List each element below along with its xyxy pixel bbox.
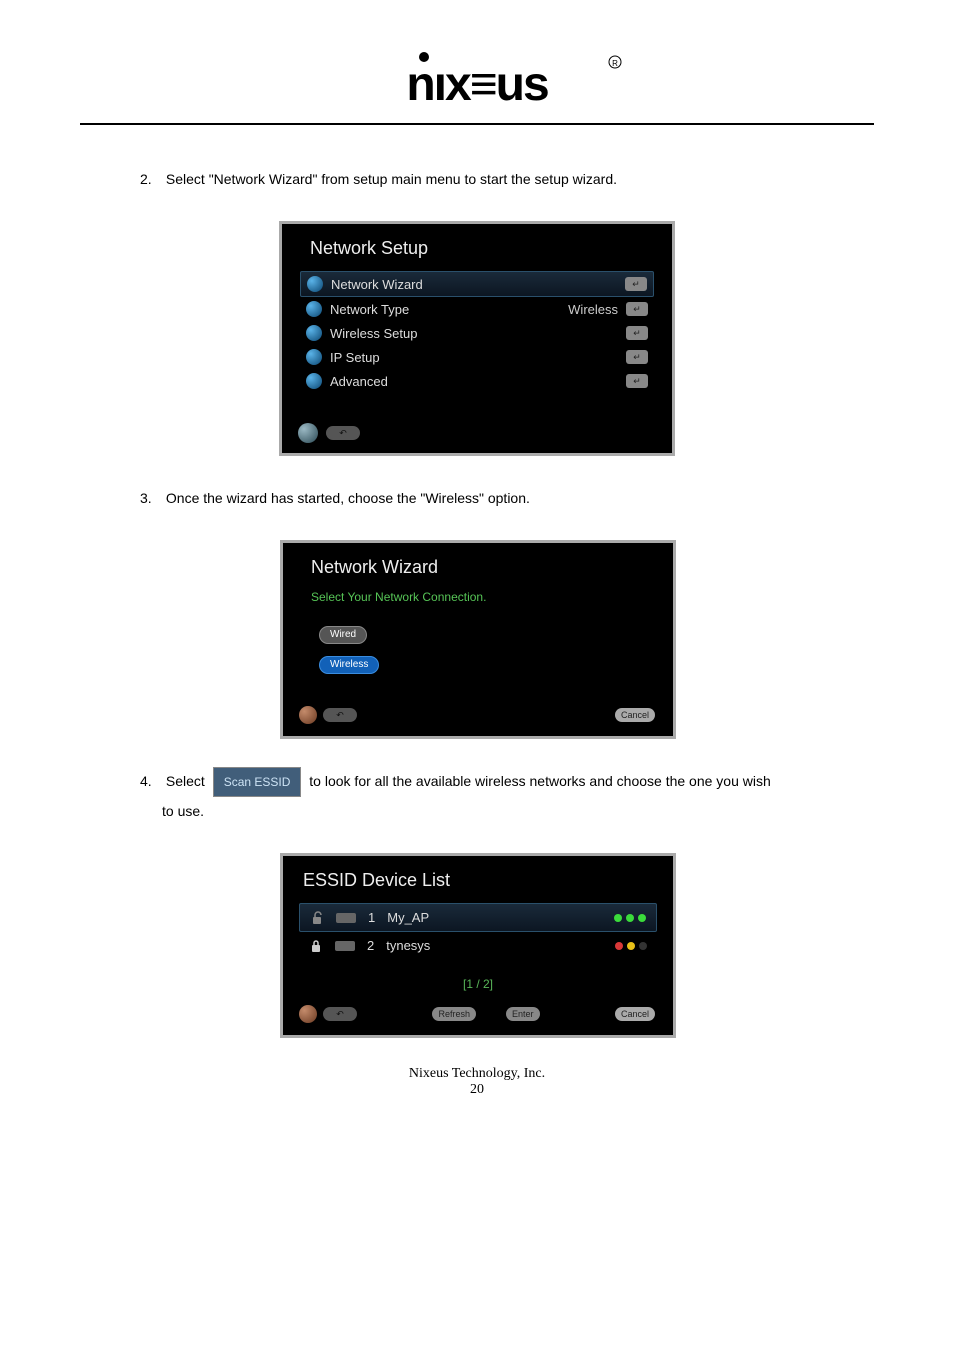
- essid-idx-1: 2: [367, 938, 374, 953]
- step-4-line2: to use.: [162, 803, 204, 819]
- back-pill-icon[interactable]: ↶: [326, 426, 360, 440]
- svg-text:nıx≡us: nıx≡us: [406, 58, 548, 111]
- shot3-title: ESSID Device List: [283, 856, 673, 903]
- essid-row-selected[interactable]: 1 My_AP: [299, 903, 657, 932]
- keyboard-icon: [335, 941, 355, 951]
- option-wired[interactable]: Wired: [319, 626, 367, 644]
- signal-dots: [614, 914, 646, 922]
- page-footer: Nixeus Technology, Inc. 20: [80, 1066, 874, 1098]
- enter-badge-icon: ↵: [625, 277, 647, 291]
- scan-essid-button[interactable]: Scan ESSID: [213, 767, 302, 797]
- menu-label-2: Wireless Setup: [330, 326, 417, 341]
- menu-label-4: Advanced: [330, 374, 388, 389]
- step-4-number: 4.: [140, 767, 162, 795]
- nav-orb-icon: [299, 706, 317, 724]
- shot2-title: Network Wizard: [283, 543, 673, 590]
- menu-label-0: Network Wizard: [331, 277, 423, 292]
- page-indicator: [1 / 2]: [283, 959, 673, 999]
- step-4-suffix: to look for all the available wireless n…: [309, 773, 770, 789]
- refresh-button[interactable]: Refresh: [432, 1007, 476, 1021]
- shot2-subtitle: Select Your Network Connection.: [283, 590, 673, 620]
- enter-badge-icon: ↵: [626, 350, 648, 364]
- menu-wireless-setup[interactable]: Wireless Setup ↵: [300, 321, 654, 345]
- option-wireless[interactable]: Wireless: [319, 656, 379, 674]
- footer-page-number: 20: [80, 1082, 874, 1098]
- globe-icon: [306, 301, 322, 317]
- step-3-text: Once the wizard has started, choose the …: [166, 490, 530, 506]
- keyboard-icon: [336, 913, 356, 923]
- globe-icon: [307, 276, 323, 292]
- globe-icon: [306, 349, 322, 365]
- enter-badge-icon: ↵: [626, 326, 648, 340]
- menu-advanced[interactable]: Advanced ↵: [300, 369, 654, 393]
- step-3: 3. Once the wizard has started, choose t…: [140, 484, 874, 512]
- enter-button[interactable]: Enter: [506, 1007, 540, 1021]
- brand-logo: nıx≡us R: [80, 50, 874, 115]
- cancel-button[interactable]: Cancel: [615, 1007, 655, 1021]
- footer-company: Nixeus Technology, Inc.: [80, 1066, 874, 1082]
- lock-closed-icon: [309, 939, 323, 953]
- menu-value-1: Wireless: [568, 302, 618, 317]
- step-2-number: 2.: [140, 165, 162, 193]
- essid-name-0: My_AP: [387, 910, 429, 925]
- screenshot-network-wizard: Network Wizard Select Your Network Conne…: [280, 540, 676, 739]
- header-divider: [80, 123, 874, 125]
- nav-orb-icon: [299, 1005, 317, 1023]
- menu-label-3: IP Setup: [330, 350, 380, 365]
- nixeus-logo: nıx≡us R: [327, 50, 627, 112]
- back-pill-icon[interactable]: ↶: [323, 1007, 357, 1021]
- essid-name-1: tynesys: [386, 938, 430, 953]
- lock-open-icon: [310, 911, 324, 925]
- menu-label-1: Network Type: [330, 302, 409, 317]
- signal-dots: [615, 942, 647, 950]
- globe-icon: [306, 373, 322, 389]
- enter-badge-icon: ↵: [626, 374, 648, 388]
- screenshot-essid-list: ESSID Device List 1 My_AP 2 tynesy: [280, 853, 676, 1038]
- step-3-number: 3.: [140, 484, 162, 512]
- step-2-text: Select "Network Wizard" from setup main …: [166, 171, 617, 187]
- back-pill-icon[interactable]: ↶: [323, 708, 357, 722]
- cancel-button[interactable]: Cancel: [615, 708, 655, 722]
- step-4: 4. Select Scan ESSID to look for all the…: [140, 767, 874, 825]
- menu-network-wizard[interactable]: Network Wizard ↵: [300, 271, 654, 297]
- globe-icon: [306, 325, 322, 341]
- svg-text:R: R: [612, 59, 618, 68]
- step-4-prefix: Select: [166, 773, 209, 789]
- essid-idx-0: 1: [368, 910, 375, 925]
- shot1-title: Network Setup: [282, 224, 672, 271]
- screenshot-network-setup: Network Setup Network Wizard ↵ Network T…: [279, 221, 675, 456]
- menu-ip-setup[interactable]: IP Setup ↵: [300, 345, 654, 369]
- step-2: 2. Select "Network Wizard" from setup ma…: [140, 165, 874, 193]
- enter-badge-icon: ↵: [626, 302, 648, 316]
- essid-row[interactable]: 2 tynesys: [299, 932, 657, 959]
- menu-network-type[interactable]: Network Type Wireless ↵: [300, 297, 654, 321]
- nav-orb-icon: [298, 423, 318, 443]
